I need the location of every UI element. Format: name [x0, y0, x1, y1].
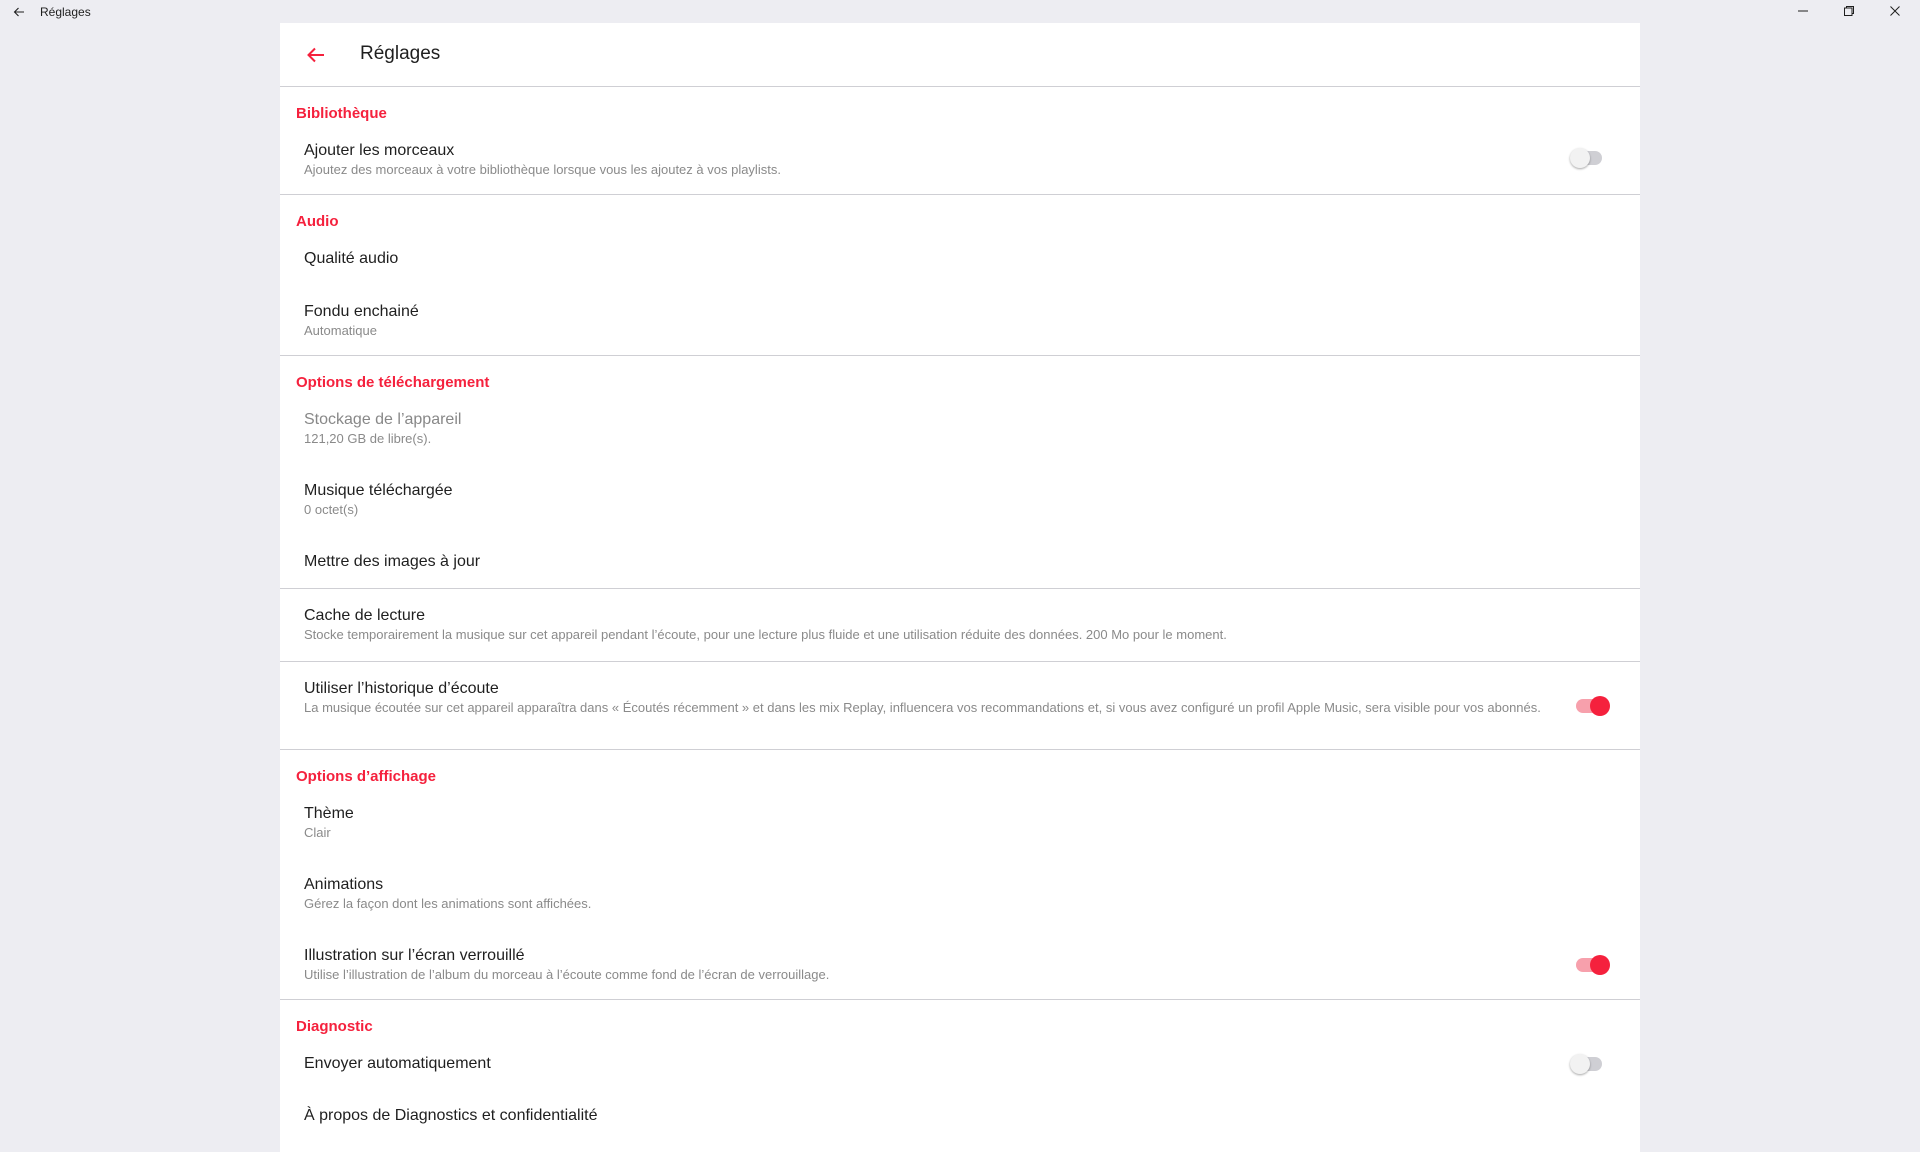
section-heading-display: Options d’affichage	[296, 768, 437, 785]
setting-listening-history[interactable]: Utiliser l’historique d’écoute La musiqu…	[280, 662, 1640, 716]
arrow-left-icon	[307, 47, 324, 63]
section-heading-audio: Audio	[296, 213, 339, 230]
setting-subtitle: Gérez la façon dont les animations sont …	[304, 896, 592, 911]
setting-subtitle: 0 octet(s)	[304, 502, 359, 517]
setting-auto-send[interactable]: Envoyer automatiquement	[280, 1054, 1640, 1074]
title-bar: Réglages	[0, 0, 1920, 24]
setting-audio-quality[interactable]: Qualité audio	[280, 250, 1640, 268]
section-heading-download: Options de téléchargement	[296, 374, 490, 391]
setting-subtitle: La musique écoutée sur cet appareil appa…	[304, 700, 1541, 715]
setting-title: Illustration sur l’écran verrouillé	[304, 947, 525, 964]
toggle-knob	[1570, 148, 1590, 168]
setting-title: Stockage de l’appareil	[304, 411, 462, 428]
add-tracks-toggle[interactable]	[1570, 148, 1602, 168]
setting-about-diagnostics[interactable]: À propos de Diagnostics et confidentiali…	[280, 1107, 1640, 1125]
page-title: Réglages	[360, 43, 441, 64]
section-cache: Cache de lecture Stocke temporairement l…	[280, 589, 1640, 662]
setting-title: À propos de Diagnostics et confidentiali…	[304, 1107, 598, 1124]
settings-header: Réglages	[280, 23, 1640, 87]
setting-title: Envoyer automatiquement	[304, 1055, 491, 1072]
setting-title: Thème	[304, 805, 354, 822]
section-display: Options d’affichage Thème Clair Animatio…	[280, 750, 1640, 1000]
setting-animations[interactable]: Animations Gérez la façon dont les anima…	[280, 876, 1640, 912]
arrow-left-icon[interactable]	[10, 3, 28, 21]
setting-subtitle: Stocke temporairement la musique sur cet…	[304, 627, 1227, 642]
setting-subtitle: Automatique	[304, 323, 377, 338]
section-heading-diagnostic: Diagnostic	[296, 1018, 373, 1035]
setting-update-images[interactable]: Mettre des images à jour	[280, 553, 1640, 571]
window-title: Réglages	[40, 5, 91, 19]
setting-title: Mettre des images à jour	[304, 553, 481, 570]
setting-title: Utiliser l’historique d’écoute	[304, 680, 499, 697]
setting-lockscreen-art[interactable]: Illustration sur l’écran verrouillé Util…	[280, 947, 1640, 983]
auto-send-toggle[interactable]	[1570, 1054, 1602, 1074]
restore-icon[interactable]	[1826, 0, 1872, 22]
section-diagnostic: Diagnostic Envoyer automatiquement À pro…	[280, 1000, 1640, 1152]
setting-subtitle: Utilise l’illustration de l’album du mor…	[304, 967, 830, 982]
setting-subtitle: 121,20 GB de libre(s).	[304, 431, 432, 446]
settings-panel: Réglages Bibliothèque Ajouter les morcea…	[280, 23, 1640, 1152]
setting-title: Qualité audio	[304, 250, 399, 267]
back-button[interactable]	[304, 43, 328, 67]
setting-title: Cache de lecture	[304, 607, 425, 624]
setting-downloaded-music[interactable]: Musique téléchargée 0 octet(s)	[280, 482, 1640, 518]
section-heading-library: Bibliothèque	[296, 105, 387, 122]
toggle-knob	[1570, 1054, 1590, 1074]
setting-title: Animations	[304, 876, 384, 893]
setting-add-tracks[interactable]: Ajouter les morceaux Ajoutez des morceau…	[280, 142, 1640, 178]
lockscreen-art-toggle[interactable]	[1576, 955, 1610, 975]
section-history: Utiliser l’historique d’écoute La musiqu…	[280, 662, 1640, 750]
section-library: Bibliothèque Ajouter les morceaux Ajoute…	[280, 87, 1640, 195]
toggle-knob	[1590, 696, 1610, 716]
setting-title: Fondu enchainé	[304, 303, 419, 320]
section-download: Options de téléchargement Stockage de l’…	[280, 356, 1640, 589]
setting-device-storage: Stockage de l’appareil 121,20 GB de libr…	[280, 411, 1640, 447]
toggle-knob	[1590, 955, 1610, 975]
setting-theme[interactable]: Thème Clair	[280, 805, 1640, 841]
section-audio: Audio Qualité audio Fondu enchainé Autom…	[280, 195, 1640, 356]
minimize-icon[interactable]	[1780, 0, 1826, 22]
setting-title: Ajouter les morceaux	[304, 142, 455, 159]
listening-history-toggle[interactable]	[1576, 696, 1610, 716]
setting-playback-cache[interactable]: Cache de lecture Stocke temporairement l…	[280, 589, 1640, 643]
setting-title: Musique téléchargée	[304, 482, 453, 499]
setting-crossfade[interactable]: Fondu enchainé Automatique	[280, 303, 1640, 339]
setting-subtitle: Clair	[304, 825, 331, 840]
close-icon[interactable]	[1872, 0, 1918, 22]
setting-subtitle: Ajoutez des morceaux à votre bibliothèqu…	[304, 162, 781, 177]
